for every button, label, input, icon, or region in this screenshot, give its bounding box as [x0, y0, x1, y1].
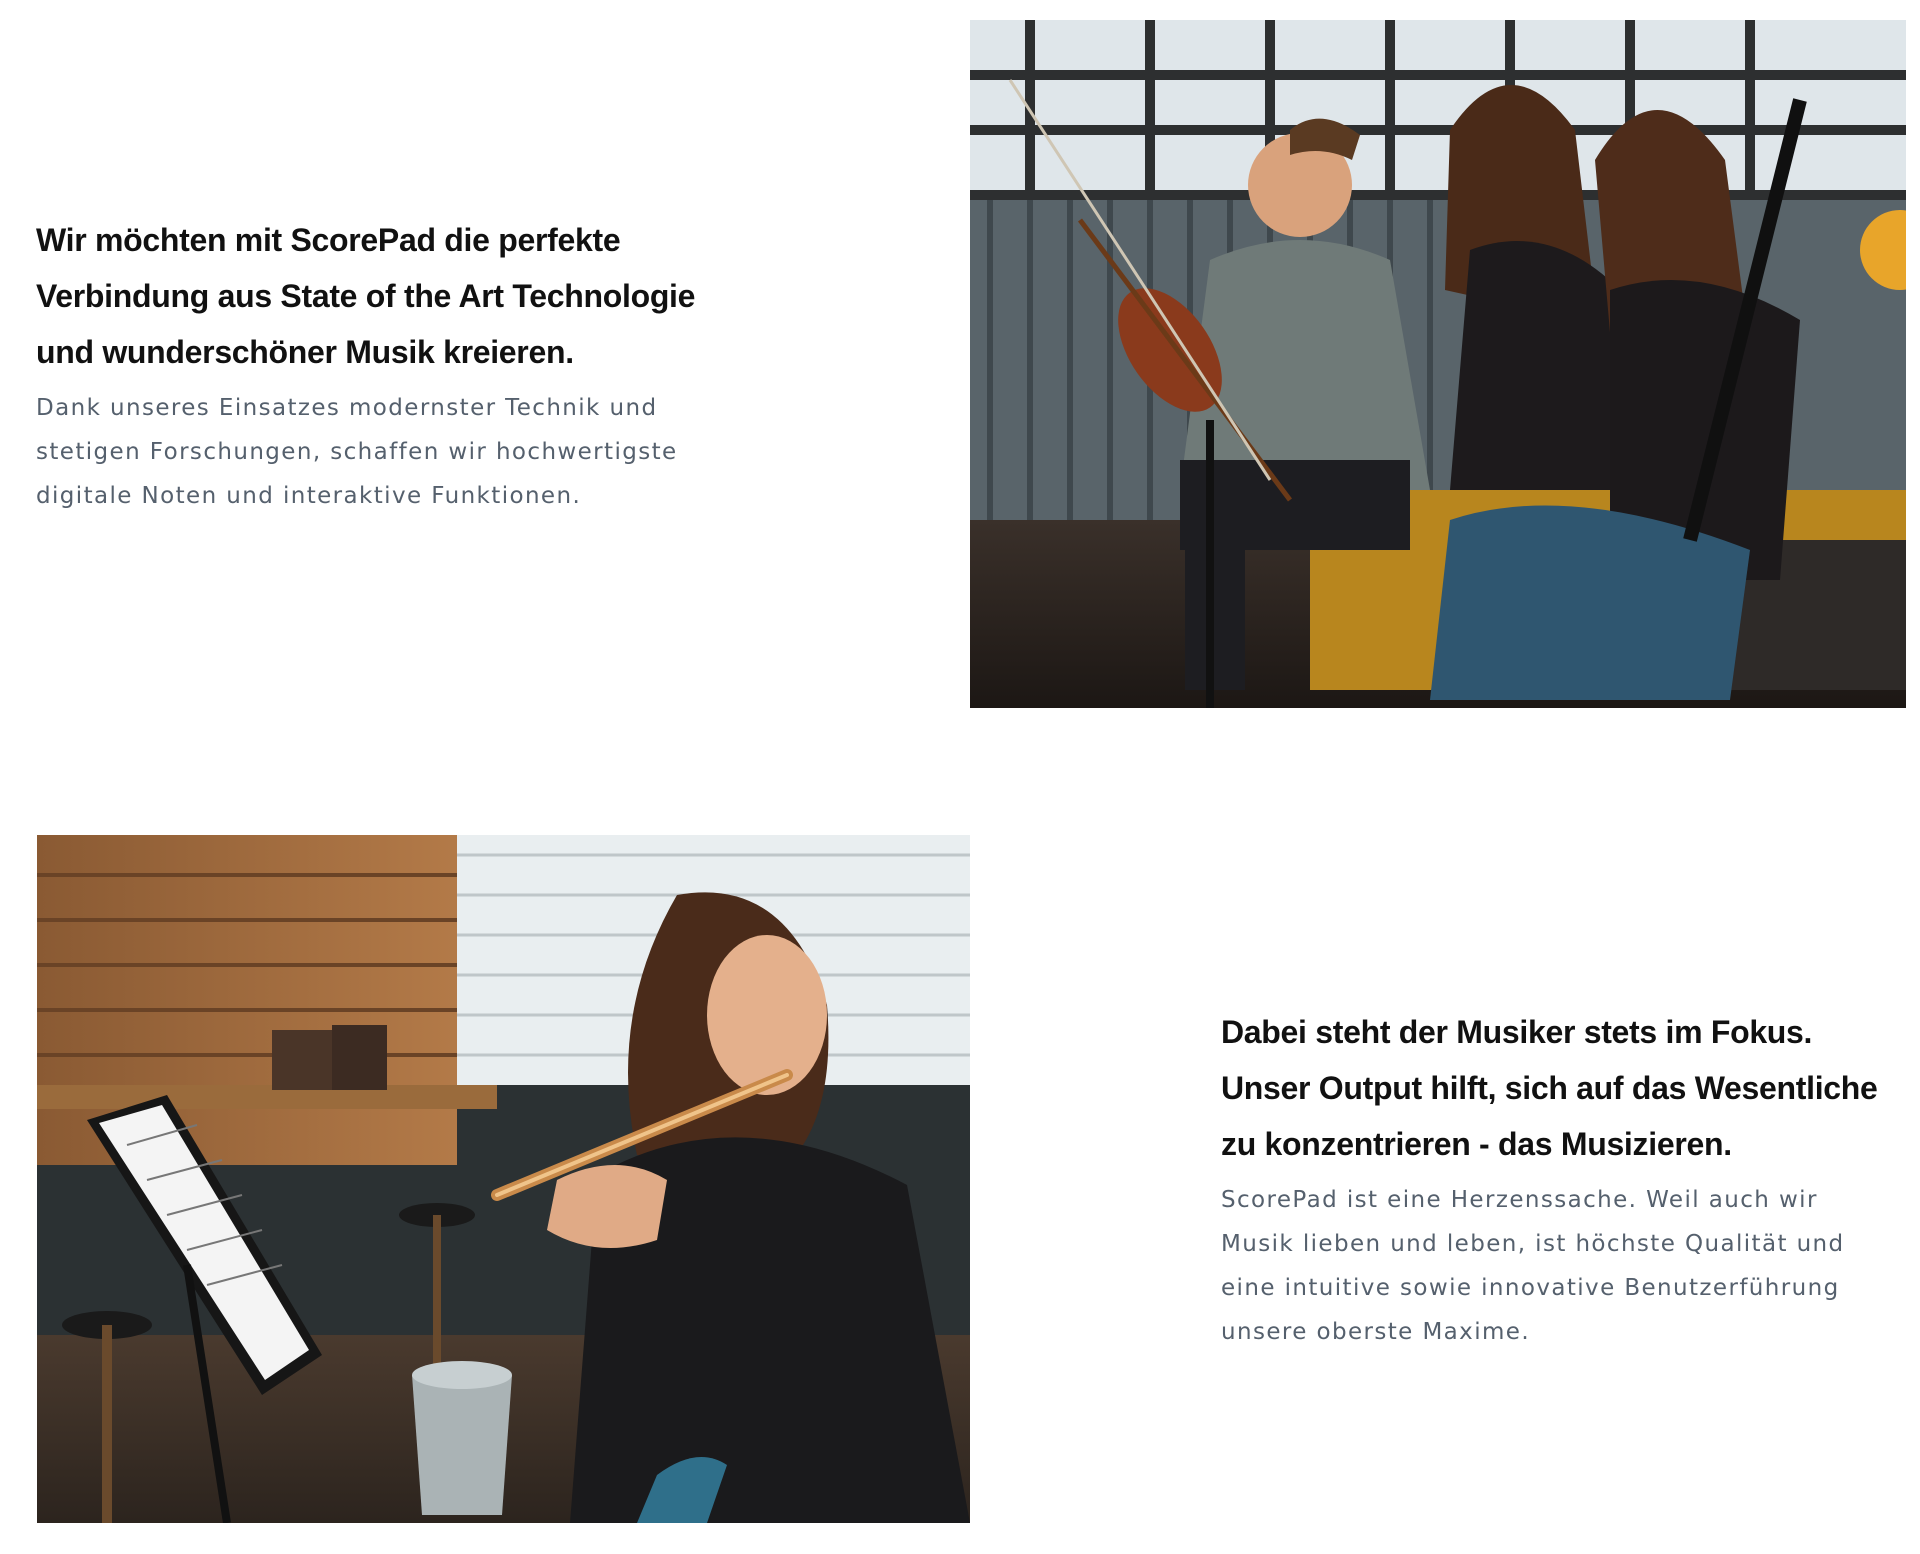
focus-body-text: ScorePad ist eine Herzenssache. Weil auc… [1221, 1178, 1901, 1354]
musician-trio-photo [970, 20, 1906, 708]
focus-body-line: ScorePad ist eine Herzenssache. Weil auc… [1221, 1187, 1818, 1213]
focus-headline-line: Dabei steht der Musiker stets im Fokus. [1221, 1014, 1813, 1050]
focus-text-block: Dabei steht der Musiker stets im Fokus. … [1221, 1004, 1901, 1354]
focus-headline-line: Unser Output hilft, sich auf das Wesentl… [1221, 1070, 1878, 1106]
intro-headline-line: Wir möchten mit ScorePad die perfekte [36, 222, 621, 258]
focus-headline-line: zu konzentrieren - das Musizieren. [1221, 1126, 1732, 1162]
focus-body-line: unsere oberste Maxime. [1221, 1319, 1531, 1345]
musician-trio-illustration [970, 20, 1906, 708]
flutist-illustration [37, 835, 970, 1523]
focus-body-line: Musik lieben und leben, ist höchste Qual… [1221, 1231, 1845, 1257]
intro-body-line: Dank unseres Einsatzes modernster Techni… [36, 395, 658, 421]
intro-body-line: stetigen Forschungen, schaffen wir hochw… [36, 439, 678, 465]
focus-body-line: eine intuitive sowie innovative Benutzer… [1221, 1275, 1840, 1301]
intro-body-text: Dank unseres Einsatzes modernster Techni… [36, 386, 936, 518]
focus-headline: Dabei steht der Musiker stets im Fokus. … [1221, 1004, 1901, 1172]
intro-body-line: digitale Noten und interaktive Funktione… [36, 483, 582, 509]
intro-headline-line: Verbindung aus State of the Art Technolo… [36, 278, 696, 314]
intro-headline: Wir möchten mit ScorePad die perfekte Ve… [36, 212, 936, 380]
intro-text-block: Wir möchten mit ScorePad die perfekte Ve… [36, 212, 936, 518]
intro-headline-line: und wunderschöner Musik kreieren. [36, 334, 574, 370]
flutist-photo [37, 835, 970, 1523]
